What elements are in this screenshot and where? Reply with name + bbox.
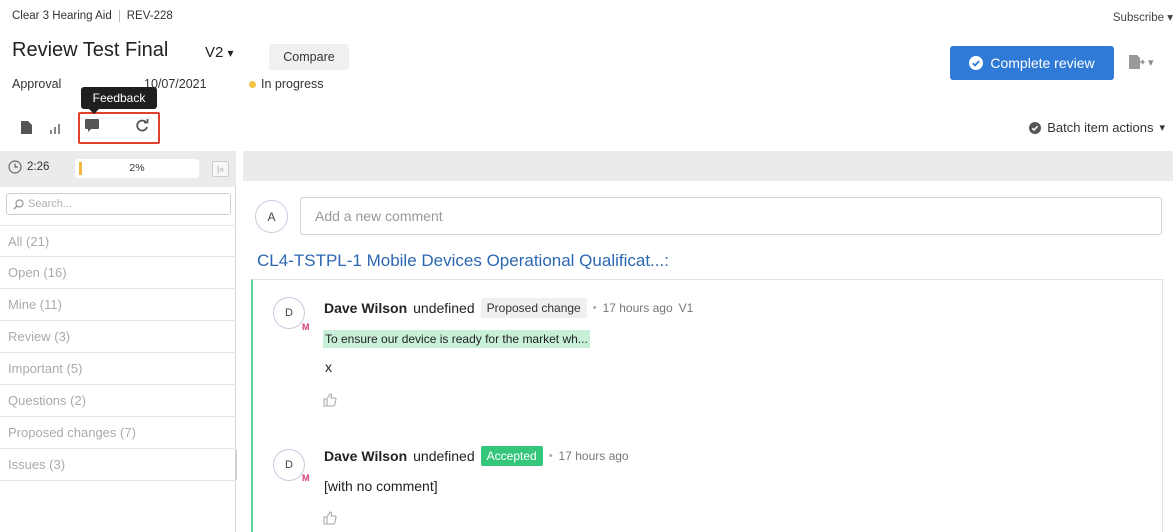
comment-text: [with no comment] (324, 478, 438, 494)
filter-item-important[interactable]: Important (5) (0, 353, 236, 385)
comment-tag: Proposed change (480, 298, 587, 318)
timer-bar: 2:26 2% |« (0, 151, 236, 187)
comment-time: 17 hours ago (602, 301, 673, 315)
version-dropdown[interactable]: V2 ▾ (205, 44, 234, 61)
separator-dot: • (548, 450, 553, 462)
refresh-icon[interactable] (136, 119, 149, 132)
breadcrumb-project[interactable]: Clear 3 Hearing Aid (12, 10, 112, 22)
search-input[interactable] (28, 198, 218, 210)
search-box[interactable] (6, 193, 231, 215)
comment-author[interactable]: Dave Wilson (324, 300, 407, 316)
avatar: A (255, 200, 288, 233)
chevron-down-icon: ▾ (1167, 12, 1173, 24)
document-icon[interactable] (21, 121, 32, 134)
approval-label: Approval (12, 77, 62, 91)
breadcrumb-item[interactable]: REV-228 (127, 10, 173, 22)
timer-value: 2:26 (27, 161, 50, 173)
status-badge: In progress (249, 77, 324, 91)
avatar-initial: D (285, 459, 293, 471)
breadcrumb: Clear 3 Hearing Aid REV-228 (12, 10, 173, 22)
avatar-badge: M (302, 473, 310, 483)
comment-author-suffix: undefined (413, 300, 475, 316)
collapse-panel-button[interactable]: |« (212, 161, 229, 177)
thumbs-up-icon[interactable] (323, 511, 337, 525)
subscribe-label: Subscribe (1112, 12, 1165, 24)
comment-header: Dave Wilson undefined Accepted • 17 hour… (324, 446, 629, 466)
subscribe-dropdown[interactable]: Subscribe ▾ (1113, 10, 1173, 24)
comment-text: x (325, 359, 332, 375)
timer: 2:26 (8, 160, 49, 174)
status-dot (249, 80, 256, 88)
thumbs-up-icon[interactable] (323, 393, 337, 407)
export-dropdown[interactable]: ▾ (1129, 55, 1154, 69)
check-circle-icon (969, 56, 984, 70)
batch-actions-dropdown[interactable]: Batch item actions ▾ (1029, 120, 1165, 135)
filter-item-open[interactable]: Open (16) (0, 257, 236, 289)
filter-item-questions[interactable]: Questions (2) (0, 385, 236, 417)
complete-review-label: Complete review (990, 55, 1095, 71)
filter-item-issues[interactable]: Issues (3) (0, 449, 236, 481)
double-chevron-left-icon: |« (216, 164, 225, 174)
bar-chart-icon[interactable] (49, 124, 63, 134)
content-top-strip (243, 151, 1173, 181)
comment-version: V1 (678, 301, 694, 315)
check-circle-icon (1029, 121, 1042, 134)
comment-icon[interactable] (85, 119, 99, 132)
new-comment-input[interactable] (315, 208, 1161, 224)
avatar-initial: D (285, 307, 293, 319)
filter-item-proposed-changes[interactable]: Proposed changes (7) (0, 417, 236, 449)
feedback-tooltip: Feedback (81, 87, 157, 114)
avatar-badge: M (302, 322, 310, 332)
progress-label: 2% (129, 162, 145, 174)
filter-item-all[interactable]: All (21) (0, 225, 236, 257)
section-title-link[interactable]: CL4-TSTPL-1 Mobile Devices Operational Q… (257, 251, 669, 271)
comment-time: 17 hours ago (558, 449, 629, 463)
filter-panel: All (21) Open (16) Mine (11) Review (3) … (0, 187, 236, 532)
filter-list: All (21) Open (16) Mine (11) Review (3) … (0, 225, 236, 481)
chevron-down-icon: ▾ (1148, 56, 1154, 69)
filter-item-mine[interactable]: Mine (11) (0, 289, 236, 321)
page-title: Review Test Final (12, 39, 169, 61)
progress-bar: 2% (75, 159, 199, 178)
filter-item-review[interactable]: Review (3) (0, 321, 236, 353)
search-icon (13, 198, 24, 210)
avatar: D (273, 449, 305, 481)
quoted-text[interactable]: To ensure our device is ready for the ma… (323, 330, 590, 348)
comment-author[interactable]: Dave Wilson (324, 448, 407, 464)
chevron-down-icon: ▾ (227, 46, 234, 60)
accepted-badge: Accepted (480, 446, 543, 466)
complete-review-button[interactable]: Complete review (950, 46, 1114, 80)
status-label: In progress (261, 77, 324, 91)
chevron-down-icon: ▾ (1159, 122, 1165, 134)
comment-author-suffix: undefined (413, 448, 475, 464)
version-label: V2 (205, 44, 224, 61)
new-comment-box[interactable] (300, 197, 1162, 235)
clock-icon (8, 160, 22, 174)
breadcrumb-separator (118, 10, 120, 22)
panel-resize-handle[interactable] (236, 450, 240, 480)
compare-button[interactable]: Compare (269, 44, 349, 70)
batch-actions-label: Batch item actions (1047, 120, 1154, 135)
avatar: D (273, 297, 305, 329)
comment-header: Dave Wilson undefined Proposed change • … (324, 298, 693, 318)
export-icon (1129, 55, 1145, 69)
separator-dot: • (592, 302, 597, 314)
